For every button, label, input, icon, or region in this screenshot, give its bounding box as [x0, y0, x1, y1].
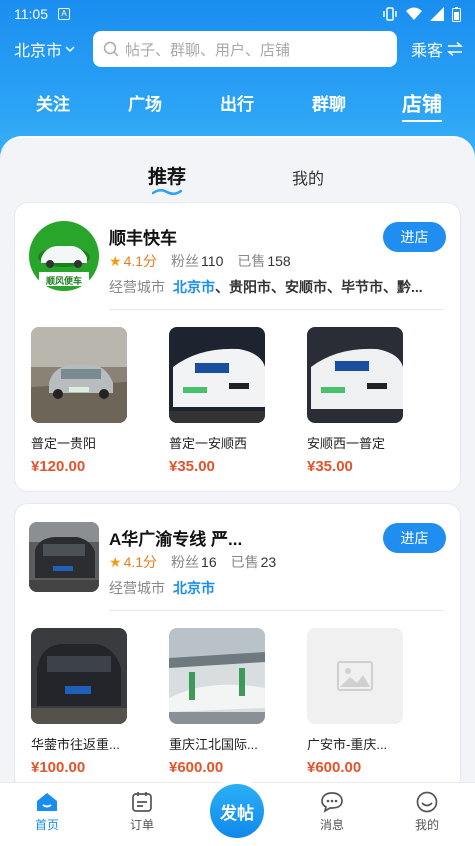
shop-stats: ★ 4.1分 粉丝 16 已售 23	[109, 552, 290, 572]
enter-shop-button[interactable]: 进店	[383, 523, 446, 553]
product-image	[31, 628, 127, 724]
product-item[interactable]: 普定一安顺西 ¥35.00	[169, 327, 289, 475]
nav-home-label: 首页	[34, 818, 60, 832]
tab-square[interactable]: 广场	[128, 90, 162, 115]
role-label: 乘客	[410, 43, 443, 60]
nav-home[interactable]: 首页	[35, 791, 59, 833]
shop-stats: ★ 4.1分 粉丝 110 已售 158	[109, 251, 305, 271]
battery-icon	[452, 6, 461, 22]
subtab-mine[interactable]: 我的	[292, 165, 324, 189]
nav-orders[interactable]: 订单	[130, 791, 154, 833]
nav-orders-label: 订单	[129, 818, 155, 832]
search-input[interactable]: 帖子、群聊、用户、店铺	[93, 31, 397, 67]
wifi-icon	[406, 7, 422, 20]
product-item[interactable]: 普定一贵阳 ¥120.00	[31, 327, 151, 475]
sold-label: 已售	[237, 253, 266, 269]
product-image	[307, 327, 403, 423]
sold-count: 23	[260, 554, 277, 570]
sim-icon: A	[58, 8, 70, 20]
nav-messages[interactable]: 消息	[320, 791, 344, 833]
shop-rating: 4.1分	[123, 253, 158, 269]
operating-city-primary: 北京市	[173, 279, 215, 295]
city-selector[interactable]: 北京市	[14, 37, 86, 61]
tab-group-chat[interactable]: 群聊	[312, 90, 346, 115]
tab-travel[interactable]: 出行	[220, 90, 254, 115]
star-icon: ★	[109, 252, 122, 269]
product-price: ¥35.00	[169, 458, 215, 475]
product-image	[31, 327, 127, 423]
fans-count: 110	[201, 253, 224, 269]
vibrate-icon	[383, 7, 397, 21]
search-placeholder: 帖子、群聊、用户、店铺	[125, 41, 291, 59]
operating-cities-label: 经营城市	[109, 580, 165, 596]
chevron-down-icon	[65, 46, 75, 53]
product-item[interactable]: 华蓥市往返重... ¥100.00	[31, 628, 151, 776]
shop-name: 顺丰快车	[109, 229, 177, 248]
shop-rating: 4.1分	[123, 554, 158, 570]
fans-label: 粉丝	[171, 554, 200, 570]
content-panel: 推荐 我的 顺风便车 顺丰快车 ★ 4.1分 粉丝 110 已售 158 经营城…	[0, 136, 475, 846]
operating-cities: 经营城市 北京市	[109, 578, 439, 598]
product-image	[169, 327, 265, 423]
operating-cities: 经营城市 北京市、贵阳市、安顺市、毕节市、黔...	[109, 277, 439, 297]
status-bar: 11:05 A	[0, 0, 475, 28]
operating-city-rest: 、贵阳市、安顺市、毕节市、黔...	[215, 279, 423, 295]
shop-card[interactable]: 顺风便车 顺丰快车 ★ 4.1分 粉丝 110 已售 158 经营城市 北京市、贵…	[14, 202, 461, 492]
product-name: 广安市-重庆...	[307, 737, 388, 752]
sold-label: 已售	[230, 554, 259, 570]
orders-icon	[132, 792, 152, 812]
subtab-recommended-label: 推荐	[147, 167, 187, 188]
swap-icon	[447, 42, 463, 56]
tab-shops[interactable]: 店铺	[402, 88, 442, 122]
product-price: ¥35.00	[307, 458, 353, 475]
sub-tabs: 推荐 我的	[0, 162, 475, 198]
product-price: ¥600.00	[307, 759, 362, 776]
product-item[interactable]: 重庆江北国际... ¥600.00	[169, 628, 289, 776]
enter-shop-button[interactable]: 进店	[383, 222, 446, 252]
divider	[109, 610, 444, 611]
shop-card[interactable]: A华广渝专线 严... ★ 4.1分 粉丝 16 已售 23 经营城市 北京市 进…	[14, 503, 461, 791]
product-image	[169, 628, 265, 724]
nav-tabs: 关注 广场 出行 群聊 店铺	[0, 90, 475, 126]
city-label: 北京市	[14, 43, 63, 60]
product-item[interactable]: 安顺西一普定 ¥35.00	[307, 327, 427, 475]
shop-logo: 顺风便车	[29, 221, 99, 291]
divider	[109, 309, 444, 310]
product-name: 普定一贵阳	[31, 436, 97, 451]
search-icon	[103, 41, 119, 57]
operating-city-primary: 北京市	[173, 580, 215, 596]
product-name: 华蓥市往返重...	[31, 737, 120, 752]
home-icon	[36, 793, 57, 811]
fans-label: 粉丝	[171, 253, 200, 269]
product-price: ¥120.00	[31, 458, 86, 475]
post-button[interactable]: 发帖	[210, 784, 264, 838]
wave-underline-icon	[151, 189, 182, 195]
message-icon	[321, 792, 343, 813]
header-top-row: 北京市 帖子、群聊、用户、店铺 乘客	[0, 31, 475, 67]
product-item[interactable]: 广安市-重庆... ¥600.00	[307, 628, 427, 776]
status-time: 11:05	[14, 6, 48, 22]
nav-messages-label: 消息	[319, 818, 345, 832]
smile-icon	[416, 791, 438, 813]
nav-mine-label: 我的	[414, 818, 440, 832]
shop-logo	[29, 522, 99, 592]
shop-logo-text: 顺风便车	[45, 276, 82, 286]
signal-icon	[430, 7, 444, 21]
operating-cities-label: 经营城市	[109, 279, 165, 295]
subtab-recommended[interactable]: 推荐	[147, 162, 187, 195]
product-price: ¥600.00	[169, 759, 224, 776]
product-price: ¥100.00	[31, 759, 86, 776]
shop-name: A华广渝专线 严...	[109, 530, 243, 549]
star-icon: ★	[109, 553, 122, 570]
sold-count: 158	[267, 253, 291, 269]
product-image-placeholder	[307, 628, 403, 724]
tab-follow[interactable]: 关注	[36, 90, 70, 115]
fans-count: 16	[201, 554, 217, 570]
product-name: 重庆江北国际...	[169, 737, 258, 752]
product-name: 安顺西一普定	[307, 436, 386, 451]
nav-mine[interactable]: 我的	[415, 791, 439, 833]
image-placeholder-icon	[337, 661, 373, 691]
product-name: 普定一安顺西	[169, 436, 248, 451]
role-switch[interactable]: 乘客	[411, 37, 463, 61]
